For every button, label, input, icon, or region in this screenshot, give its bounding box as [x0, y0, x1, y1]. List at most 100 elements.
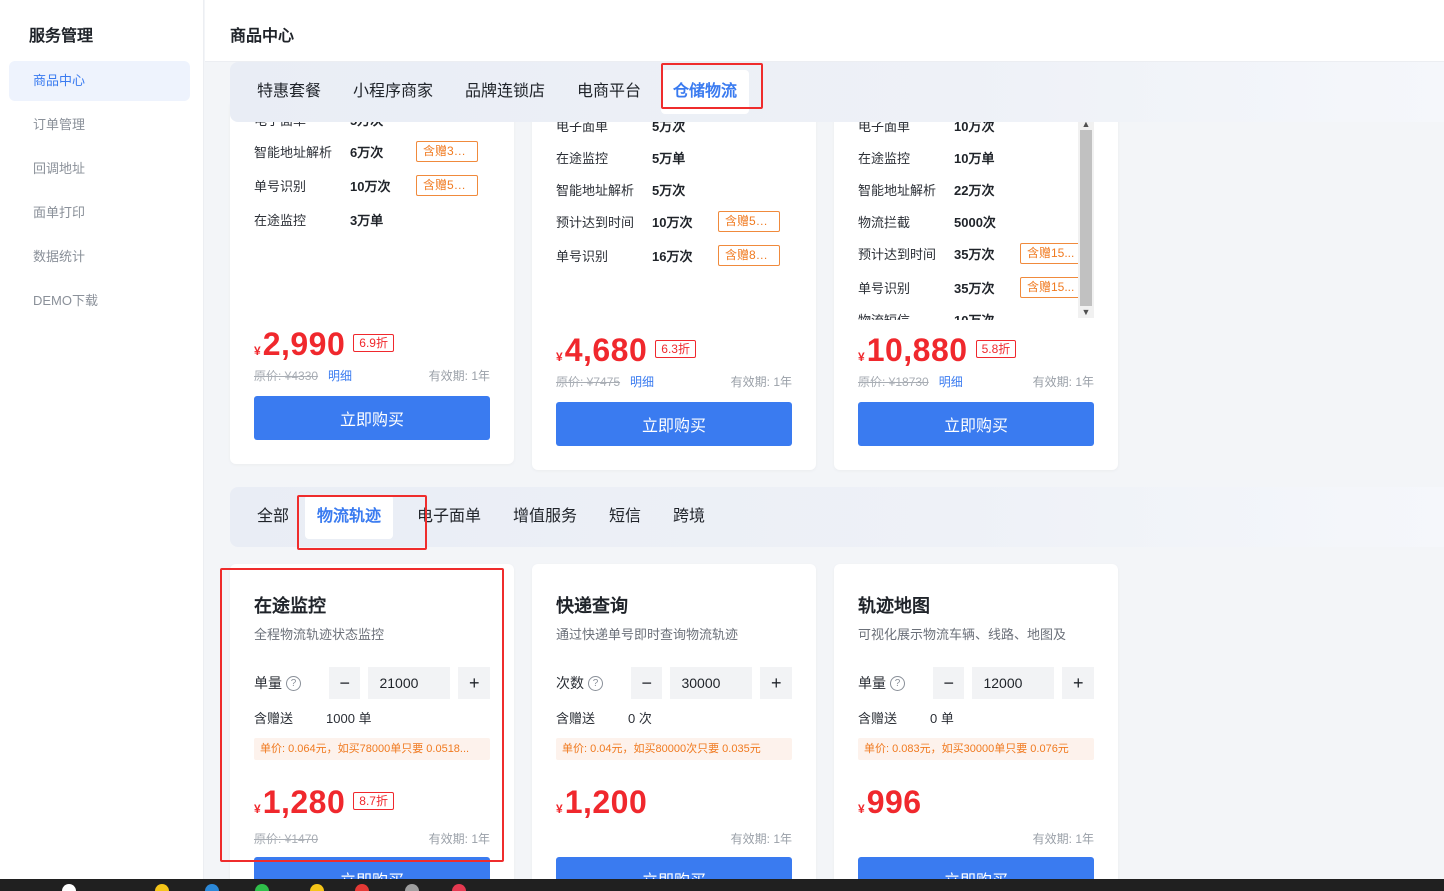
tab-cross-border[interactable]: 跨境 — [661, 495, 717, 539]
sidebar-item-orders[interactable]: 订单管理 — [9, 105, 190, 145]
buy-button[interactable]: 立即购买 — [556, 402, 792, 446]
tab-all[interactable]: 全部 — [245, 495, 301, 539]
quantity-stepper: 单量? − + — [254, 666, 491, 700]
service-card: 轨迹地图 可视化展示物流车辆、线路、地图及 单量? − + 含赠送 0 单 单价… — [834, 564, 1118, 891]
quantity-input[interactable] — [972, 667, 1055, 699]
validity: 有效期: 1年 — [428, 832, 490, 846]
tab-special-package[interactable]: 特惠套餐 — [245, 70, 333, 114]
feature-row: 单号识别 35万次 含赠15... — [858, 276, 1082, 298]
sidebar-item-demo-download[interactable]: DEMO下载 — [9, 281, 190, 321]
gift-badge: 含赠8万次 — [718, 244, 780, 266]
feature-scrollbar[interactable]: ▲ ▼ — [1078, 118, 1094, 318]
price: ¥ 1,200 — [556, 784, 648, 820]
validity: 有效期: 1年 — [1032, 375, 1094, 389]
validity: 有效期: 1年 — [428, 369, 490, 383]
quantity-input[interactable] — [368, 667, 451, 699]
gift-badge: 含赠15... — [1020, 276, 1082, 298]
price: ¥ 10,880 5.8折 — [858, 332, 1017, 369]
service-desc: 通过快递单号即时查询物流轨迹 — [556, 627, 739, 642]
sidebar-item-statistics[interactable]: 数据统计 — [9, 237, 190, 277]
buy-button[interactable]: 立即购买 — [254, 396, 490, 440]
unit-price-tip: 单价: 0.064元，如买78000单只要 0.0518... — [254, 738, 490, 760]
decrease-button[interactable]: − — [630, 667, 663, 699]
original-price: 原价: ¥4330 — [254, 369, 319, 383]
service-tabbar: 全部 物流轨迹 电子面单 增值服务 短信 跨境 — [230, 487, 1444, 547]
service-title: 在途监控 — [254, 596, 326, 616]
taskbar-app-icon[interactable] — [310, 884, 324, 891]
sidebar-item-product-center[interactable]: 商品中心 — [9, 61, 190, 101]
service-desc: 全程物流轨迹状态监控 — [254, 627, 385, 642]
package-card: 电子面单 5万次 在途监控 5万单 智能地址解析 5万次 预计达到时间 10万次… — [532, 100, 816, 470]
feature-row: 智能地址解析 5万次 — [556, 182, 686, 198]
scrollbar-thumb[interactable] — [1080, 130, 1092, 306]
feature-list[interactable]: 电子面单 10万次 在途监控 10万单 智能地址解析 22万次 物流拦截 500… — [834, 100, 1118, 320]
taskbar-app-icon[interactable] — [155, 884, 169, 891]
gift-badge: 含赠15... — [1020, 242, 1082, 264]
help-icon[interactable]: ? — [890, 675, 905, 691]
validity: 有效期: 1年 — [730, 375, 792, 389]
qty-label: 单量 — [254, 675, 282, 691]
taskbar-app-icon[interactable] — [255, 884, 269, 891]
gift-badge: 含赠5万次 — [718, 210, 780, 232]
tab-brand-chain[interactable]: 品牌连锁店 — [453, 70, 557, 114]
original-price: 原价: ¥1470 — [254, 832, 319, 846]
price-meta: 原价: ¥1470 有效期: 1年 — [254, 830, 490, 847]
tab-warehouse-logistics[interactable]: 仓储物流 — [661, 70, 750, 114]
feature-row: 单号识别 16万次 含赠8万次 — [556, 244, 780, 266]
detail-link[interactable]: 明细 — [328, 367, 352, 384]
feature-row: 单号识别 10万次 含赠5万次 — [254, 174, 478, 196]
sidebar-item-waybill-print[interactable]: 面单打印 — [9, 193, 190, 233]
taskbar-app-icon[interactable] — [62, 884, 76, 891]
app: 服务管理 商品中心 订单管理 回调地址 面单打印 数据统计 DEMO下载 商品中… — [0, 0, 1444, 891]
scroll-down-icon[interactable]: ▼ — [1078, 306, 1094, 318]
feature-row: 物流短信 10万次 — [858, 312, 995, 321]
detail-link[interactable]: 明细 — [630, 373, 654, 390]
detail-link[interactable]: 明细 — [939, 373, 963, 390]
validity: 有效期: 1年 — [1032, 832, 1094, 846]
increase-button[interactable]: + — [760, 667, 793, 699]
package-tabbar: 特惠套餐 小程序商家 品牌连锁店 电商平台 仓储物流 — [230, 62, 1444, 122]
quantity-stepper: 次数? − + — [556, 666, 793, 700]
service-card: 在途监控 全程物流轨迹状态监控 单量? − + 含赠送 1000 单 单价: 0… — [230, 564, 514, 891]
tab-ecommerce[interactable]: 电商平台 — [565, 70, 653, 114]
discount-badge: 8.7折 — [353, 792, 394, 810]
service-title: 快递查询 — [556, 596, 628, 616]
taskbar-app-icon[interactable] — [405, 884, 419, 891]
increase-button[interactable]: + — [1062, 667, 1095, 699]
discount-badge: 6.9折 — [353, 334, 394, 352]
quantity-input[interactable] — [670, 667, 753, 699]
package-card: 电子面单 10万次 在途监控 10万单 智能地址解析 22万次 物流拦截 500… — [834, 100, 1118, 470]
sidebar: 服务管理 商品中心 订单管理 回调地址 面单打印 数据统计 DEMO下载 — [0, 0, 204, 891]
tab-sms[interactable]: 短信 — [597, 495, 653, 539]
sidebar-item-callback[interactable]: 回调地址 — [9, 149, 190, 189]
tab-e-waybill[interactable]: 电子面单 — [405, 495, 493, 539]
price: ¥ 1,280 8.7折 — [254, 784, 394, 821]
buy-button[interactable]: 立即购买 — [858, 402, 1094, 446]
decrease-button[interactable]: − — [932, 667, 965, 699]
qty-label: 单量 — [858, 675, 886, 691]
bonus-row: 含赠送 1000 单 — [254, 711, 372, 726]
tab-value-added[interactable]: 增值服务 — [501, 495, 589, 539]
service-title: 轨迹地图 — [858, 596, 930, 616]
tab-mini-program[interactable]: 小程序商家 — [341, 70, 445, 114]
feature-row: 智能地址解析 22万次 — [858, 182, 995, 198]
feature-row: 在途监控 5万单 — [556, 150, 686, 166]
decrease-button[interactable]: − — [328, 667, 361, 699]
feature-row: 在途监控 3万单 — [254, 212, 384, 228]
discount-badge: 6.3折 — [655, 340, 696, 358]
price-meta: 有效期: 1年 — [858, 830, 1094, 847]
sidebar-menu: 商品中心 订单管理 回调地址 面单打印 数据统计 DEMO下载 — [9, 61, 190, 325]
feature-row: 物流拦截 5000次 — [858, 214, 996, 230]
bonus-row: 含赠送 0 单 — [858, 711, 954, 726]
taskbar-app-icon[interactable] — [452, 884, 466, 891]
increase-button[interactable]: + — [458, 667, 491, 699]
help-icon[interactable]: ? — [588, 675, 603, 691]
unit-price-tip: 单价: 0.083元，如买30000单只要 0.076元 — [858, 738, 1094, 760]
taskbar-app-icon[interactable] — [355, 884, 369, 891]
taskbar-app-icon[interactable] — [205, 884, 219, 891]
feature-row: 在途监控 10万单 — [858, 150, 995, 166]
bonus-row: 含赠送 0 次 — [556, 711, 652, 726]
help-icon[interactable]: ? — [286, 675, 301, 691]
tab-logistics-track[interactable]: 物流轨迹 — [305, 495, 394, 539]
os-taskbar — [0, 879, 1444, 891]
